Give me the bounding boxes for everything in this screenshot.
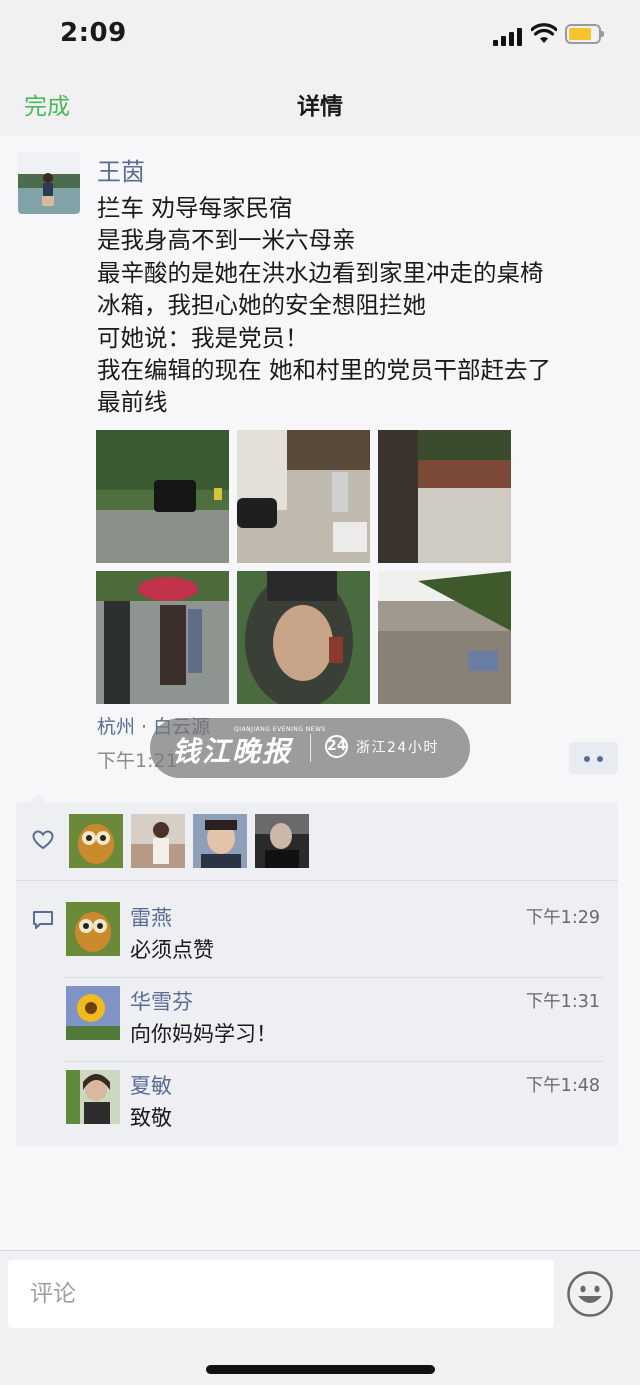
comment-item[interactable]: 华雪芬 下午1:31 向你妈妈学习！	[64, 986, 604, 1068]
liker-avatar[interactable]	[193, 814, 247, 868]
comment-time: 下午1:48	[525, 1076, 600, 1096]
status-time: 2:09	[60, 18, 127, 48]
post-line: 冰箱，我担心她的安全想阻拦她	[97, 291, 426, 320]
status-bar: 2:09	[0, 0, 640, 72]
comment-input[interactable]	[8, 1260, 554, 1328]
watermark-divider	[310, 734, 311, 762]
author-name[interactable]: 王茵	[97, 152, 145, 187]
post-text: 拦车 劝导每家民宿 是我身高不到一米六母亲 最辛酸的是她在洪水边看到家里冲走的桌…	[97, 192, 627, 419]
watermark-logo-subtitle: QIANJIANG EVENING NEWS	[234, 726, 326, 733]
watermark-text: 浙江24小时	[356, 740, 439, 756]
photo-grid	[96, 430, 512, 704]
photo-thumbnail[interactable]	[96, 430, 229, 563]
signal-icon	[493, 26, 523, 46]
comment-text: 必须点赞	[130, 938, 214, 962]
comment-divider	[64, 1061, 604, 1062]
watermark-logo: 钱江晚报	[172, 735, 293, 768]
commenter-avatar[interactable]	[66, 1070, 120, 1124]
commenter-name[interactable]: 雷燕	[130, 902, 172, 932]
comment-text: 致敬	[130, 1106, 172, 1130]
comment-bar	[0, 1250, 640, 1385]
post-line: 可她说：我是党员！	[97, 323, 309, 352]
commenter-name[interactable]: 夏敏	[130, 1070, 172, 1100]
nav-bar: 完成 详情	[0, 72, 640, 136]
commenter-avatar[interactable]	[66, 902, 120, 956]
post-line: 最辛酸的是她在洪水边看到家里冲走的桌椅	[97, 258, 544, 287]
interaction-panel: 雷燕 下午1:29 必须点赞 华雪芬 下午1:31 向你妈妈学习！ 夏敏 下午1…	[16, 802, 618, 1146]
post-line: 我在编辑的现在 她和村里的党员干部赶去了	[97, 356, 551, 385]
photo-thumbnail[interactable]	[237, 571, 370, 704]
comment-divider	[64, 977, 604, 978]
comment-time: 下午1:29	[525, 908, 600, 928]
photo-thumbnail[interactable]	[378, 430, 511, 563]
post-line: 是我身高不到一米六母亲	[97, 226, 356, 255]
comment-icon	[33, 911, 53, 929]
heart-icon	[32, 830, 54, 850]
author-avatar[interactable]	[18, 152, 80, 214]
interaction-caret	[30, 794, 46, 802]
comment-time: 下午1:31	[525, 992, 600, 1012]
home-indicator	[206, 1365, 435, 1374]
page-title: 详情	[297, 94, 343, 120]
wifi-icon	[531, 23, 557, 43]
liker-avatar[interactable]	[255, 814, 309, 868]
battery-icon	[565, 24, 604, 44]
comment-item[interactable]: 雷燕 下午1:29 必须点赞	[64, 902, 604, 984]
commenter-avatar[interactable]	[66, 986, 120, 1040]
comment-text: 向你妈妈学习！	[130, 1022, 277, 1046]
likes-divider	[16, 880, 618, 881]
liker-avatar[interactable]	[131, 814, 185, 868]
photo-thumbnail[interactable]	[96, 571, 229, 704]
post-line: 拦车 劝导每家民宿	[97, 194, 293, 222]
likes-row	[16, 802, 618, 880]
news-watermark: 钱江晚报 QIANJIANG EVENING NEWS 24 浙江24小时	[150, 718, 470, 778]
more-actions-button[interactable]	[569, 742, 618, 774]
commenter-name[interactable]: 华雪芬	[130, 986, 193, 1016]
moment-detail: 王茵 拦车 劝导每家民宿 是我身高不到一米六母亲 最辛酸的是她在洪水边看到家里冲…	[0, 136, 640, 1250]
photo-thumbnail[interactable]	[378, 571, 511, 704]
photo-thumbnail[interactable]	[237, 430, 370, 563]
post-line: 最前线	[97, 388, 168, 417]
liker-avatar[interactable]	[69, 814, 123, 868]
emoji-icon[interactable]	[566, 1270, 614, 1318]
watermark-24-badge: 24	[325, 735, 348, 758]
comment-item[interactable]: 夏敏 下午1:48 致敬	[64, 1070, 604, 1152]
